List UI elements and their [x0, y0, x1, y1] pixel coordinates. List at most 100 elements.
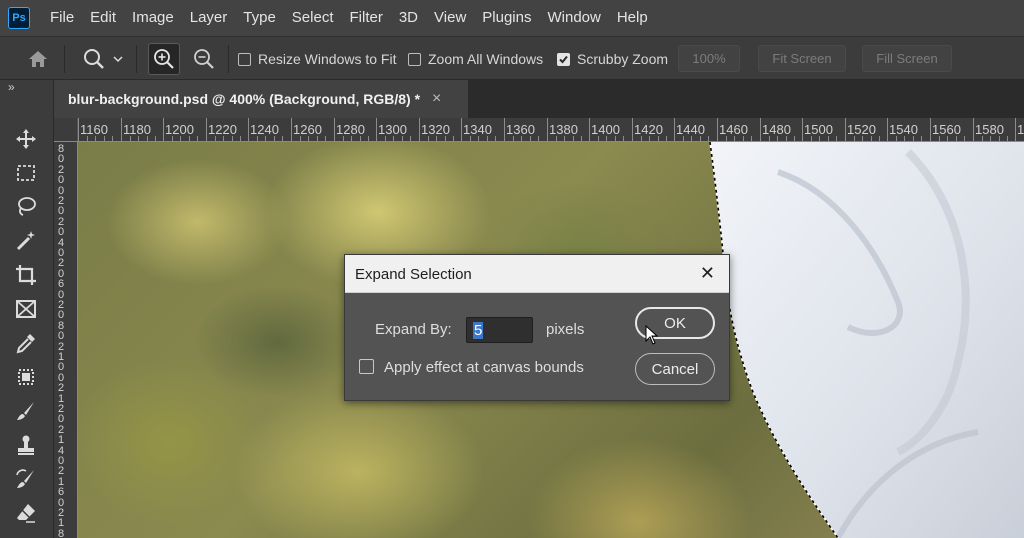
scrubby-zoom-label: Scrubby Zoom	[577, 51, 669, 67]
menu-filter[interactable]: Filter	[342, 0, 391, 36]
ruler-minor-tick	[990, 136, 991, 141]
document-tab[interactable]: blur-background.psd @ 400% (Background, …	[54, 80, 468, 118]
ruler-major-tick	[674, 118, 675, 141]
canvas-bounds-checkbox[interactable]	[359, 359, 374, 374]
menu-edit[interactable]: Edit	[82, 0, 124, 36]
ruler-tick-label: 1220	[208, 122, 237, 137]
menu-3d[interactable]: 3D	[391, 0, 426, 36]
chevron-down-icon[interactable]	[108, 43, 128, 75]
ruler-major-tick	[376, 118, 377, 141]
ruler-minor-tick	[538, 136, 539, 141]
ruler-tick-label: 1360	[506, 122, 535, 137]
ruler-minor-tick	[556, 136, 557, 141]
resize-windows-checkbox[interactable]	[238, 52, 251, 66]
history-brush-icon[interactable]	[10, 464, 42, 494]
menu-file[interactable]: File	[42, 0, 82, 36]
zoom-100-button[interactable]: 100%	[678, 45, 740, 72]
lasso-tool-icon[interactable]	[10, 192, 42, 222]
healing-brush-icon[interactable]	[10, 362, 42, 392]
clone-stamp-icon[interactable]	[10, 430, 42, 460]
menu-image[interactable]: Image	[124, 0, 182, 36]
ruler-minor-tick	[598, 136, 599, 141]
crop-tool-icon[interactable]	[10, 260, 42, 290]
magic-wand-icon[interactable]	[10, 226, 42, 256]
ruler-tick-label: 1480	[762, 122, 791, 137]
ruler-minor-tick	[581, 136, 582, 141]
ruler-minor-tick	[743, 136, 744, 141]
zoom-all-option[interactable]: Zoom All Windows	[408, 37, 543, 81]
ruler-minor-tick	[436, 136, 437, 141]
ruler-tick-label: 1240	[250, 122, 279, 137]
ruler-tick-label: 1400	[591, 122, 620, 137]
close-icon[interactable]: ✕	[700, 263, 715, 284]
ruler-tick-label: 1380	[549, 122, 578, 137]
eraser-icon[interactable]	[10, 498, 42, 528]
menu-bar: Ps File Edit Image Layer Type Select Fil…	[0, 0, 1024, 36]
home-icon[interactable]	[22, 43, 54, 75]
ruler-origin[interactable]	[54, 118, 78, 141]
menu-view[interactable]: View	[426, 0, 474, 36]
ruler-minor-tick	[606, 136, 607, 141]
zoom-out-icon[interactable]	[188, 43, 220, 75]
ruler-minor-tick	[147, 136, 148, 141]
ruler-tick-label: 1200	[165, 122, 194, 137]
ruler-minor-tick	[708, 136, 709, 141]
ruler-minor-tick	[658, 136, 659, 141]
menu-help[interactable]: Help	[609, 0, 656, 36]
ruler-minor-tick	[615, 136, 616, 141]
expand-by-input[interactable]: 5	[466, 317, 533, 343]
marquee-tool-icon[interactable]	[10, 158, 42, 188]
menu-window[interactable]: Window	[539, 0, 608, 36]
ruler-major-tick	[802, 118, 803, 141]
ruler-tick-label: 1520	[847, 122, 876, 137]
ruler-major-tick	[717, 118, 718, 141]
zoom-in-icon[interactable]	[148, 43, 180, 75]
zoom-tool-icon[interactable]	[78, 43, 110, 75]
resize-windows-option[interactable]: Resize Windows to Fit	[238, 37, 396, 81]
collapse-panel-icon[interactable]: »	[8, 80, 15, 94]
menu-layer[interactable]: Layer	[182, 0, 236, 36]
ruler-minor-tick	[325, 136, 326, 141]
dialog-titlebar[interactable]: Expand Selection ✕	[345, 255, 729, 293]
ruler-major-tick	[504, 118, 505, 141]
fit-screen-button[interactable]: Fit Screen	[758, 45, 846, 72]
ruler-minor-tick	[87, 136, 88, 141]
ruler-major-tick	[845, 118, 846, 141]
fill-screen-button[interactable]: Fill Screen	[862, 45, 952, 72]
horizontal-ruler[interactable]: 1160 1180 1200 1220 1240 1260 1280 1300 1320 1340…	[54, 118, 1024, 142]
menu-type[interactable]: Type	[235, 0, 284, 36]
ruler-tick-label: 1180	[123, 122, 151, 137]
options-bar: Resize Windows to Fit Zoom All Windows S…	[0, 36, 1024, 80]
ruler-tick-label: 1280	[336, 122, 365, 137]
ruler-minor-tick	[947, 136, 948, 141]
ruler-minor-tick	[666, 136, 667, 141]
menu-select[interactable]: Select	[284, 0, 342, 36]
ruler-minor-tick	[495, 136, 496, 141]
ruler-minor-tick	[819, 136, 820, 141]
ruler-minor-tick	[428, 136, 429, 141]
ruler-minor-tick	[828, 136, 829, 141]
ruler-major-tick	[334, 118, 335, 141]
ruler-minor-tick	[282, 136, 283, 141]
ruler-minor-tick	[521, 136, 522, 141]
menu-plugins[interactable]: Plugins	[474, 0, 539, 36]
zoom-all-checkbox[interactable]	[408, 52, 421, 66]
ruler-minor-tick	[751, 136, 752, 141]
ruler-minor-tick	[683, 136, 684, 141]
ruler-tick-label: 1320	[421, 122, 450, 137]
eyedropper-icon[interactable]	[10, 328, 42, 358]
vertical-ruler[interactable]: 80200202040206020802100212021402160218	[54, 142, 78, 538]
brush-tool-icon[interactable]	[10, 396, 42, 426]
close-tab-icon[interactable]: ×	[432, 90, 441, 108]
ruler-minor-tick	[95, 136, 96, 141]
ruler-minor-tick	[343, 136, 344, 141]
dialog-title: Expand Selection	[355, 266, 472, 283]
scrubby-zoom-option[interactable]: Scrubby Zoom	[557, 37, 668, 81]
ruler-minor-tick	[385, 136, 386, 141]
frame-tool-icon[interactable]	[10, 294, 42, 324]
ruler-minor-tick	[138, 136, 139, 141]
cancel-button[interactable]: Cancel	[635, 353, 715, 385]
move-tool-icon[interactable]	[10, 124, 42, 154]
scrubby-zoom-checkbox[interactable]	[557, 52, 570, 66]
ruler-minor-tick	[112, 136, 113, 141]
